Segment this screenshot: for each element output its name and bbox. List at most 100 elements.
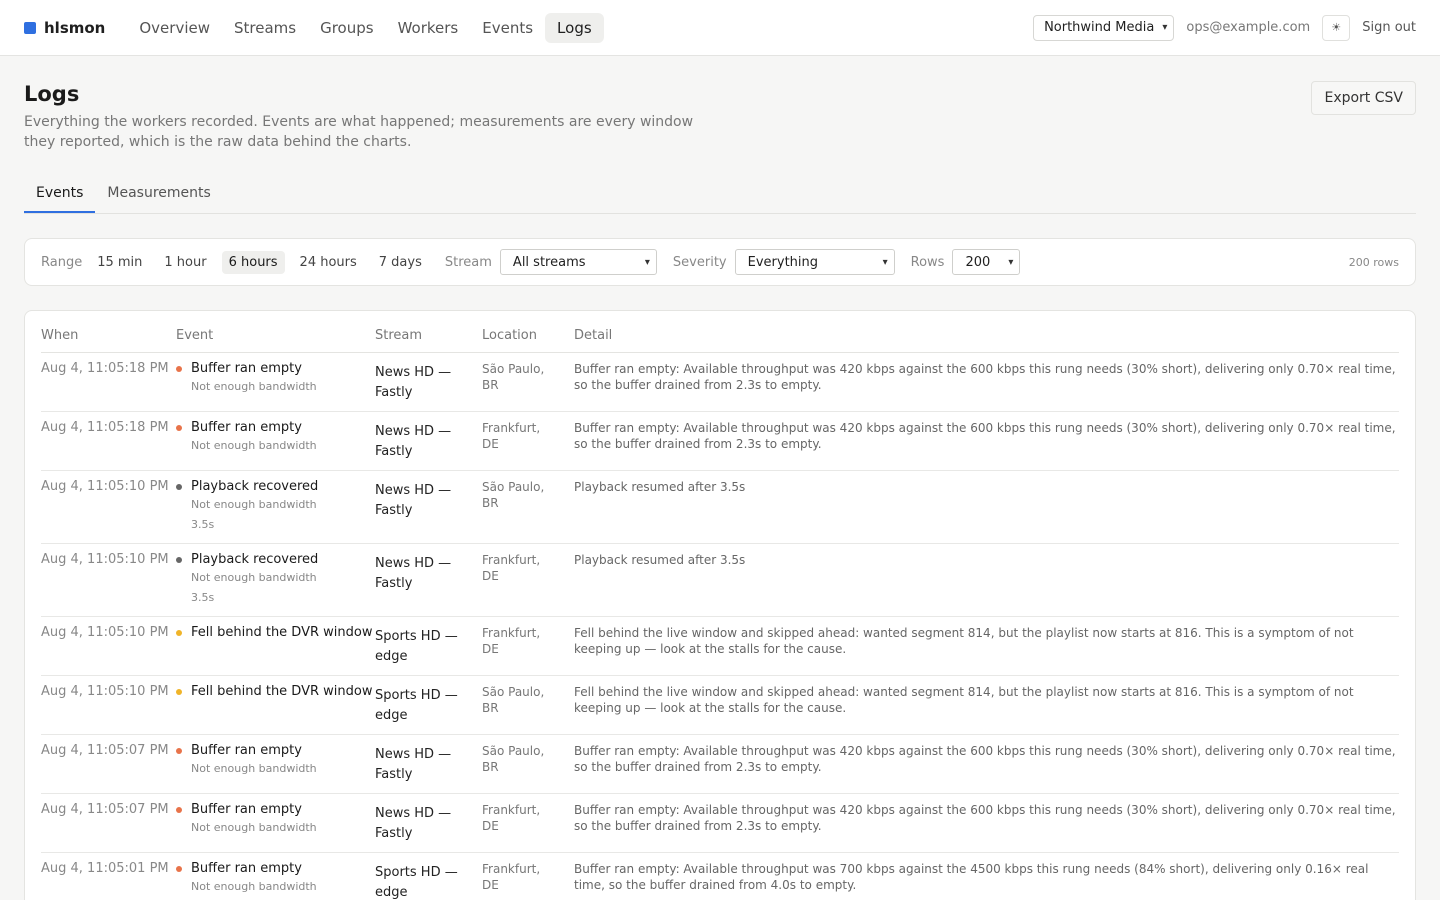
cell-detail: Playback resumed after 3.5s <box>574 543 1399 617</box>
filter-bar: Range 15 min 1 hour 6 hours 24 hours 7 days … <box>24 238 1416 286</box>
severity-label: Severity <box>672 254 727 270</box>
event-name: Playback recovered <box>191 551 319 567</box>
brand[interactable]: hlsmon <box>24 19 105 37</box>
rows-count: 200 rows <box>1348 255 1399 269</box>
header-stream[interactable]: Stream <box>375 327 482 353</box>
nav-item-events[interactable]: Events <box>470 13 545 43</box>
table-row[interactable]: Aug 4, 11:05:18 PM Buffer ran empty Not en… <box>41 352 1399 412</box>
range-option[interactable]: 24 hours <box>293 251 364 274</box>
cell-event: Buffer ran empty Not enough bandwidth <box>176 352 375 412</box>
location-country: DE <box>482 568 499 583</box>
range-option[interactable]: 15 min <box>90 251 149 274</box>
table-row[interactable]: Aug 4, 11:05:10 PM Fell behind the DVR wi… <box>41 616 1399 676</box>
location-country: BR <box>482 700 499 715</box>
sun-icon: ☀ <box>1331 21 1342 34</box>
event-duration: 3.5s <box>191 590 215 604</box>
stream-cdn: edge <box>375 707 408 723</box>
severity-dot-icon <box>176 424 182 431</box>
nav-item-logs[interactable]: Logs <box>545 12 604 43</box>
header-event[interactable]: Event <box>176 327 375 353</box>
event-cause: Not enough bandwidth <box>191 570 317 584</box>
table-row[interactable]: Aug 4, 11:05:01 PM Buffer ran empty Not en… <box>41 852 1399 900</box>
event-name: Buffer ran empty <box>191 742 302 758</box>
location-city: São Paulo, <box>482 684 545 699</box>
header-detail[interactable]: Detail <box>574 327 1399 353</box>
severity-select[interactable]: Everything ▾ <box>734 249 895 275</box>
stream-name: News HD — <box>375 364 452 380</box>
rows-select-value: 200 <box>965 254 991 270</box>
rows-select[interactable]: 200 ▾ <box>952 249 1021 275</box>
cell-event: Buffer ran empty Not enough bandwidth <box>176 852 375 900</box>
cell-location: Frankfurt, DE <box>482 793 574 853</box>
range-option[interactable]: 1 hour <box>157 251 213 274</box>
chevron-down-icon: ▾ <box>1008 256 1014 268</box>
cell-when: Aug 4, 11:05:07 PM <box>41 734 176 794</box>
cell-event: Buffer ran empty Not enough bandwidth <box>176 411 375 471</box>
user-email: ops@example.com <box>1186 20 1311 35</box>
stream-cdn: edge <box>375 884 408 900</box>
event-title: Buffer ran empty <box>176 420 375 436</box>
sign-out-link[interactable]: Sign out <box>1362 20 1416 35</box>
stream-cdn: Fastly <box>375 766 413 782</box>
location-country: BR <box>482 377 499 392</box>
nav-item-workers[interactable]: Workers <box>386 13 471 43</box>
stream-cdn: Fastly <box>375 575 413 591</box>
severity-dot-icon <box>176 483 182 490</box>
event-title: Buffer ran empty <box>176 743 375 759</box>
theme-toggle-button[interactable]: ☀ <box>1322 14 1351 41</box>
stream-name: News HD — <box>375 805 452 821</box>
nav-item-groups[interactable]: Groups <box>308 13 385 43</box>
range-option[interactable]: 6 hours <box>221 250 285 274</box>
stream-name: News HD — <box>375 746 452 762</box>
cell-when: Aug 4, 11:05:07 PM <box>41 793 176 853</box>
table-row[interactable]: Aug 4, 11:05:10 PM Playback recovered Not … <box>41 543 1399 617</box>
chevron-down-icon: ▾ <box>644 256 650 268</box>
stream-select-value: All streams <box>512 254 586 270</box>
header-location[interactable]: Location <box>482 327 574 353</box>
org-select[interactable]: Northwind Media ▾ <box>1033 14 1175 41</box>
table-row[interactable]: Aug 4, 11:05:10 PM Fell behind the DVR wi… <box>41 675 1399 735</box>
export-csv-button[interactable]: Export CSV <box>1311 81 1416 115</box>
cell-event: Fell behind the DVR window <box>176 675 375 735</box>
stream-cdn: edge <box>375 648 408 664</box>
stream-cdn: Fastly <box>375 825 413 841</box>
page-subtitle: Everything the workers recorded. Events … <box>24 114 694 150</box>
stream-cdn: Fastly <box>375 384 413 400</box>
severity-dot-icon <box>176 747 182 754</box>
tab-measurements[interactable]: Measurements <box>95 176 222 213</box>
table-row[interactable]: Aug 4, 11:05:10 PM Playback recovered Not … <box>41 470 1399 544</box>
event-name: Fell behind the DVR window <box>191 624 373 640</box>
tab-events[interactable]: Events <box>24 176 96 213</box>
event-title: Fell behind the DVR window <box>176 625 375 641</box>
location-country: DE <box>482 436 499 451</box>
range-option[interactable]: 7 days <box>372 251 429 274</box>
location-city: Frankfurt, <box>482 420 541 435</box>
severity-dot-icon <box>176 688 182 695</box>
table-row[interactable]: Aug 4, 11:05:07 PM Buffer ran empty Not en… <box>41 793 1399 853</box>
nav-item-streams[interactable]: Streams <box>222 13 308 43</box>
stream-select[interactable]: All streams ▾ <box>499 249 657 275</box>
main-nav: Overview Streams Groups Workers Events Logs <box>127 12 604 43</box>
event-name: Buffer ran empty <box>191 860 302 876</box>
cell-when: Aug 4, 11:05:18 PM <box>41 352 176 412</box>
severity-dot-icon <box>176 365 182 372</box>
table-row[interactable]: Aug 4, 11:05:18 PM Buffer ran empty Not en… <box>41 411 1399 471</box>
range-options: 15 min 1 hour 6 hours 24 hours 7 days <box>90 250 437 274</box>
event-title: Fell behind the DVR window <box>176 684 375 700</box>
cell-event: Fell behind the DVR window <box>176 616 375 676</box>
event-title: Playback recovered <box>176 552 375 568</box>
cell-detail: Buffer ran empty: Available throughput w… <box>574 852 1399 900</box>
header-when[interactable]: When <box>41 327 176 353</box>
table-row[interactable]: Aug 4, 11:05:07 PM Buffer ran empty Not en… <box>41 734 1399 794</box>
event-name: Buffer ran empty <box>191 801 302 817</box>
location-city: Frankfurt, <box>482 552 541 567</box>
location-city: Frankfurt, <box>482 861 541 876</box>
cell-when: Aug 4, 11:05:01 PM <box>41 852 176 900</box>
stream-cdn: Fastly <box>375 443 413 459</box>
nav-item-overview[interactable]: Overview <box>127 13 222 43</box>
location-country: DE <box>482 641 499 656</box>
stream-name: News HD — <box>375 482 452 498</box>
cell-when: Aug 4, 11:05:10 PM <box>41 470 176 544</box>
cell-location: São Paulo, BR <box>482 675 574 735</box>
cell-detail: Buffer ran empty: Available throughput w… <box>574 352 1399 412</box>
